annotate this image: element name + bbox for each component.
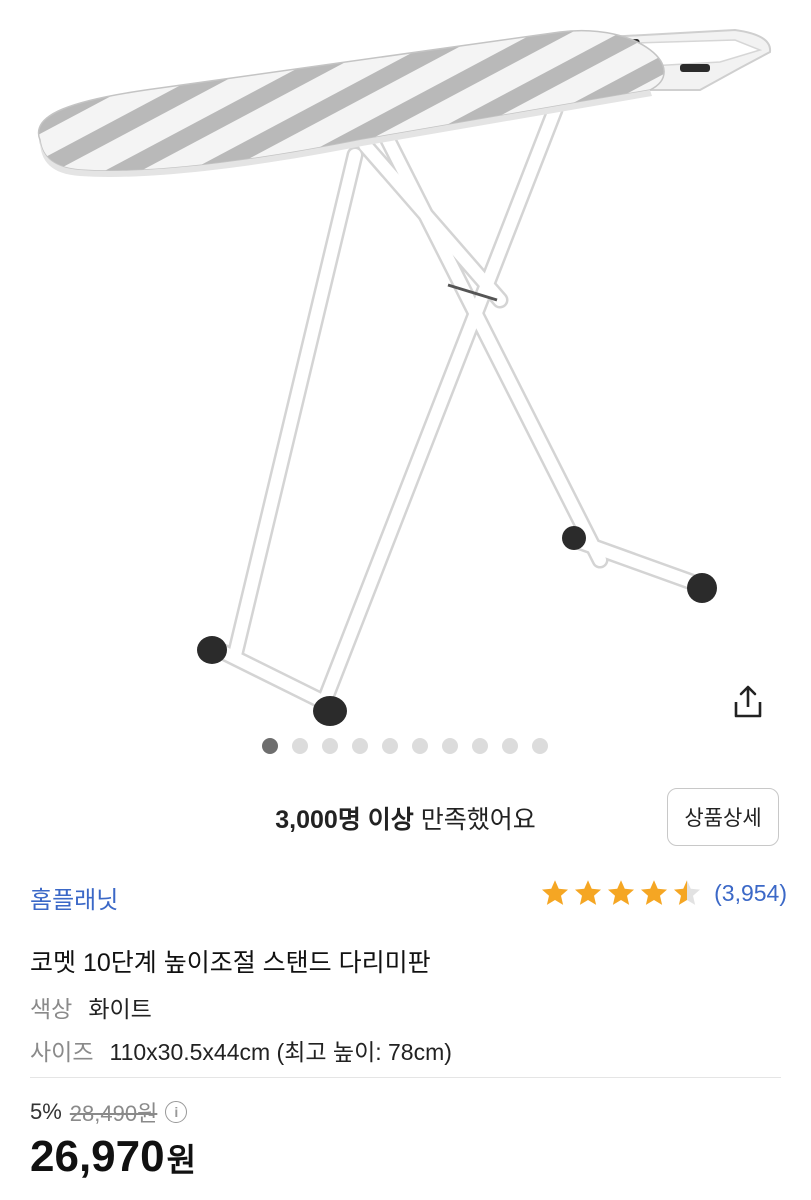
rating[interactable]: (3,954) xyxy=(540,878,787,908)
star-icon xyxy=(542,880,569,905)
gallery-dot[interactable] xyxy=(262,738,278,754)
sale-price-unit: 원 xyxy=(166,1142,197,1178)
satisfaction-suffix: 만족했어요 xyxy=(413,806,536,834)
gallery-dot[interactable] xyxy=(322,738,338,754)
product-title: 코멧 10단계 높이조절 스탠드 다리미판 xyxy=(30,949,431,977)
satisfaction-count: 3,000명 이상 xyxy=(275,806,414,834)
gallery-dot[interactable] xyxy=(382,738,398,754)
star-icon xyxy=(575,880,602,905)
gallery-pagination[interactable] xyxy=(262,738,548,754)
share-icon xyxy=(734,685,762,718)
info-icon[interactable]: i xyxy=(165,1101,188,1123)
size-value: 110x30.5x44cm (최고 높이: 78cm) xyxy=(109,1039,452,1065)
size-label: 사이즈 xyxy=(30,1039,94,1065)
gallery-dot[interactable] xyxy=(292,738,308,754)
gallery-dot[interactable] xyxy=(412,738,428,754)
sale-price-number: 26,970 xyxy=(30,1132,165,1181)
gallery-dot[interactable] xyxy=(442,738,458,754)
star-icon xyxy=(608,880,635,905)
star-icon xyxy=(641,880,668,905)
color-option: 색상 화이트 xyxy=(30,990,152,1024)
gallery-dot[interactable] xyxy=(532,738,548,754)
original-price: 28,490원 xyxy=(69,1101,158,1126)
rating-stars xyxy=(540,878,702,908)
product-image[interactable] xyxy=(0,0,811,740)
share-button[interactable] xyxy=(728,682,768,722)
price-info-row: 5% 28,490원 i xyxy=(30,1096,188,1128)
discount-rate: 5% xyxy=(30,1099,62,1124)
ironing-board-illustration xyxy=(37,28,772,726)
color-label: 색상 xyxy=(30,996,73,1022)
size-option: 사이즈 110x30.5x44cm (최고 높이: 78cm) xyxy=(30,1033,452,1067)
gallery-dot[interactable] xyxy=(472,738,488,754)
sale-price: 26,970 원 xyxy=(30,1132,196,1182)
color-value: 화이트 xyxy=(88,996,152,1022)
product-detail-button[interactable]: 상품상세 xyxy=(667,788,779,846)
star-icon xyxy=(674,880,701,905)
gallery-dot[interactable] xyxy=(352,738,368,754)
review-count: (3,954) xyxy=(714,879,787,906)
gallery-dot[interactable] xyxy=(502,738,518,754)
brand-link[interactable]: 홈플래닛 xyxy=(30,880,118,915)
divider xyxy=(30,1077,781,1078)
